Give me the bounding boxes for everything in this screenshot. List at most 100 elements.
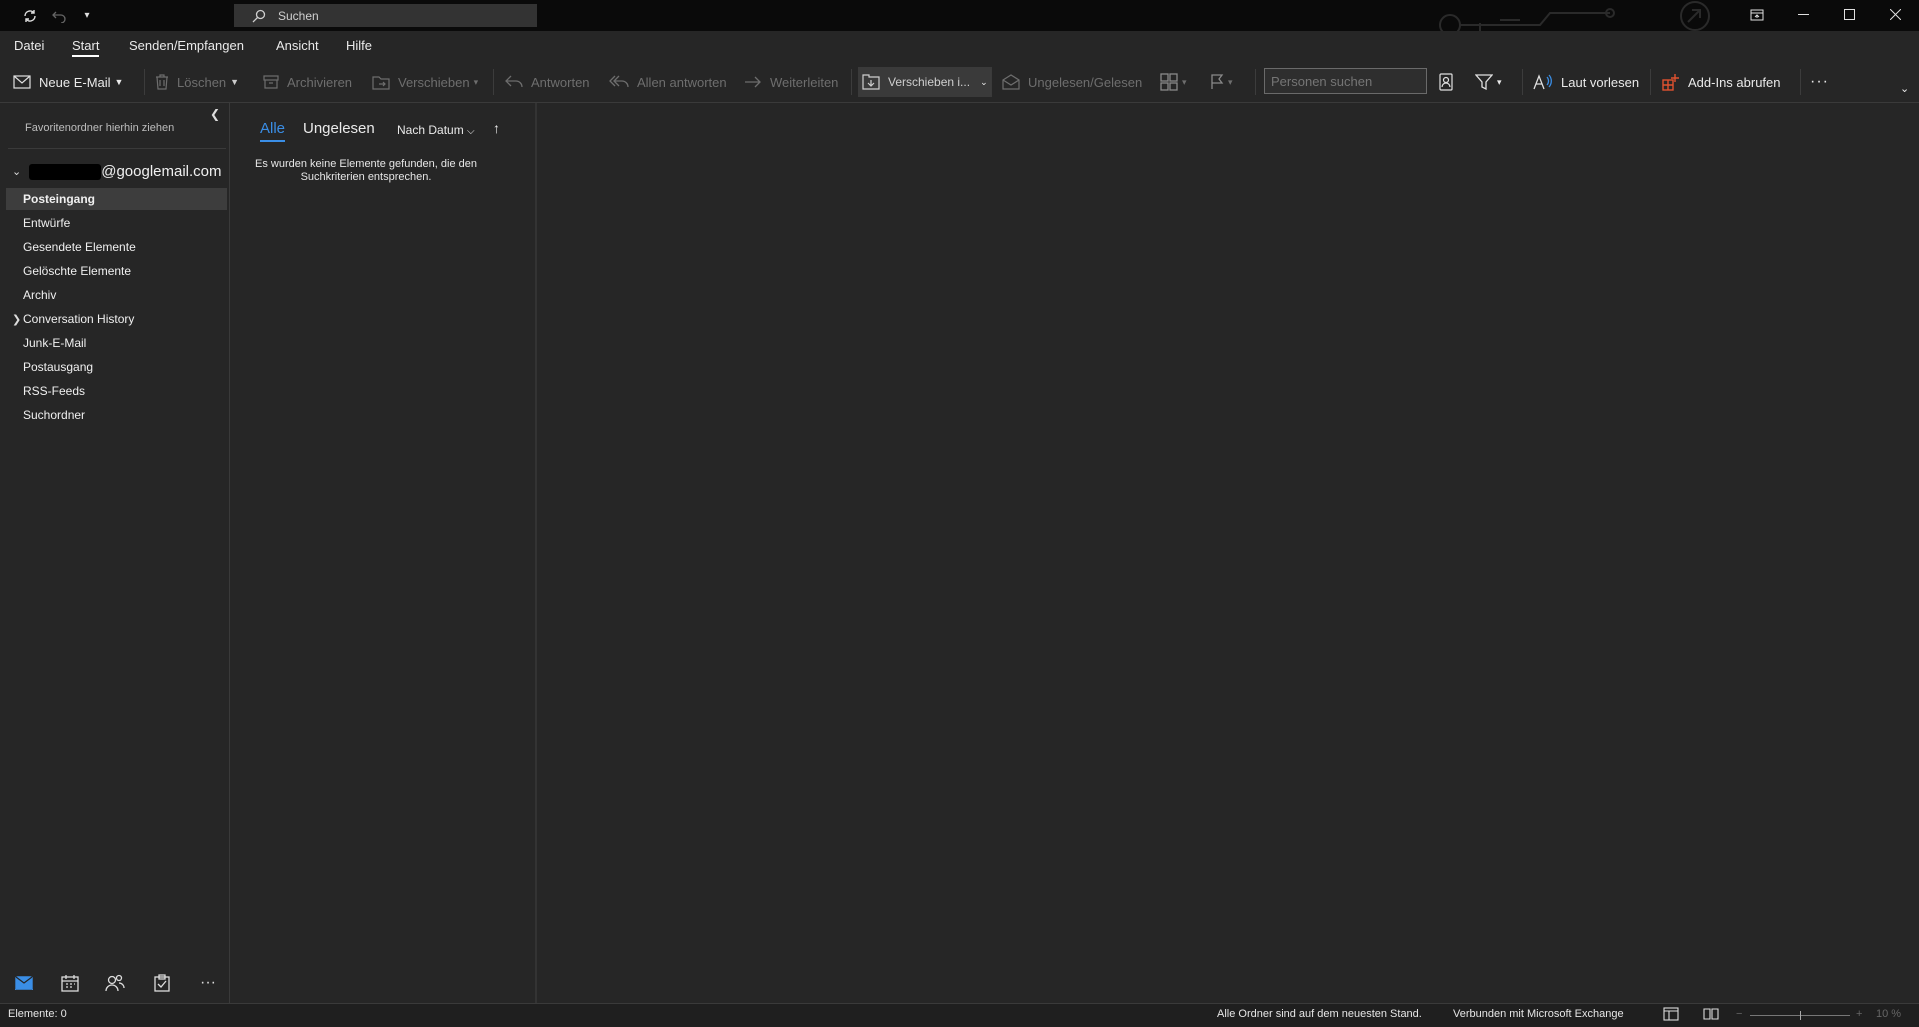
read-aloud-button[interactable]: Laut vorlesen bbox=[1533, 61, 1639, 103]
categorize-icon bbox=[1160, 73, 1178, 91]
flag-icon bbox=[1211, 74, 1224, 89]
restore-layout-button[interactable] bbox=[1734, 0, 1780, 29]
divider bbox=[990, 69, 991, 95]
chevron-right-icon[interactable]: ❯ bbox=[12, 313, 21, 326]
zoom-level[interactable]: 10 % bbox=[1876, 1008, 1901, 1020]
divider bbox=[1522, 69, 1523, 95]
sort-by-dropdown[interactable]: Nach Datum ⌵ bbox=[397, 123, 475, 137]
folder-entwuerfe[interactable]: Entwürfe bbox=[6, 212, 227, 234]
collapse-pane-icon[interactable]: ❮ bbox=[210, 107, 220, 121]
normal-view-icon[interactable] bbox=[1663, 1007, 1679, 1024]
people-icon[interactable] bbox=[103, 971, 127, 995]
account-email: @googlemail.com bbox=[101, 163, 222, 180]
sync-icon[interactable] bbox=[16, 0, 44, 31]
chevron-down-icon[interactable]: ▾ bbox=[1497, 77, 1502, 88]
divider bbox=[851, 69, 852, 95]
folder-label: RSS-Feeds bbox=[23, 384, 86, 398]
chevron-down-icon[interactable]: ⌄ bbox=[980, 77, 988, 88]
more-commands-button[interactable]: ··· bbox=[1810, 61, 1829, 103]
reply-label: Antworten bbox=[531, 74, 590, 90]
zoom-slider-thumb[interactable] bbox=[1800, 1011, 1801, 1020]
tab-all[interactable]: Alle bbox=[260, 120, 286, 142]
forward-icon bbox=[745, 76, 761, 88]
unread-read-button[interactable]: Ungelesen/Gelesen bbox=[1002, 61, 1142, 103]
redacted-username bbox=[29, 163, 102, 180]
move-button[interactable]: Verschieben ▾ bbox=[372, 61, 478, 103]
sort-direction-icon[interactable]: ↑ bbox=[493, 120, 500, 136]
people-search-input[interactable] bbox=[1264, 68, 1427, 94]
favorites-hint: Favoritenordner hierhin ziehen bbox=[25, 122, 175, 134]
archive-label: Archivieren bbox=[287, 74, 353, 90]
folder-suchordner[interactable]: Suchordner bbox=[6, 404, 227, 426]
address-book-icon bbox=[1439, 73, 1453, 91]
forward-button[interactable]: Weiterleiten bbox=[744, 61, 838, 103]
items-count: Elemente: 0 bbox=[8, 1008, 67, 1020]
folder-posteingang[interactable]: Posteingang bbox=[6, 188, 227, 210]
calendar-icon[interactable] bbox=[58, 971, 82, 995]
chevron-down-icon[interactable]: ▾ bbox=[1228, 77, 1233, 88]
folder-label: Postausgang bbox=[23, 360, 94, 374]
follow-up-button[interactable]: ▾ bbox=[1210, 61, 1233, 103]
reply-icon bbox=[505, 75, 523, 88]
maximize-icon bbox=[1843, 9, 1855, 20]
move-to-button[interactable]: Verschieben i... ⌄ bbox=[858, 67, 992, 97]
sync-status: Alle Ordner sind auf dem neuesten Stand. bbox=[1217, 1008, 1422, 1020]
more-apps-icon[interactable]: ··· bbox=[196, 971, 220, 995]
new-mail-button[interactable]: Neue E-Mail ▼ bbox=[13, 61, 123, 103]
reply-button[interactable]: Antworten bbox=[505, 61, 590, 103]
chevron-down-icon[interactable]: ⌄ bbox=[12, 165, 21, 178]
mail-nav-icon[interactable] bbox=[12, 971, 36, 995]
reply-all-button[interactable]: Allen antworten bbox=[609, 61, 727, 103]
zoom-out-icon[interactable]: − bbox=[1736, 1008, 1742, 1020]
divider bbox=[1650, 69, 1651, 95]
folder-conversation-history[interactable]: ❯ Conversation History bbox=[6, 308, 227, 330]
search-input[interactable]: Suchen bbox=[234, 4, 537, 27]
move-to-folder-icon bbox=[862, 74, 880, 90]
chevron-down-icon[interactable]: ▼ bbox=[115, 77, 124, 87]
reply-all-label: Allen antworten bbox=[637, 74, 727, 90]
divider bbox=[1255, 69, 1256, 95]
divider bbox=[8, 148, 226, 149]
categorize-button[interactable]: ▾ bbox=[1160, 61, 1187, 103]
folder-rss-feeds[interactable]: RSS-Feeds bbox=[6, 380, 227, 402]
chevron-down-icon[interactable]: ▼ bbox=[230, 77, 239, 87]
delete-button[interactable]: Löschen ▼ bbox=[155, 61, 239, 103]
minimize-button[interactable] bbox=[1780, 0, 1826, 29]
folder-gesendete-elemente[interactable]: Gesendete Elemente bbox=[6, 236, 227, 258]
undo-icon[interactable] bbox=[45, 0, 73, 31]
archive-button[interactable]: Archivieren bbox=[263, 61, 352, 103]
folder-label: Suchordner bbox=[23, 408, 86, 422]
zoom-slider[interactable] bbox=[1750, 1011, 1850, 1020]
maximize-button[interactable] bbox=[1826, 0, 1872, 29]
folder-label: Junk-E-Mail bbox=[23, 336, 87, 350]
delete-label: Löschen bbox=[177, 74, 227, 90]
folder-junk-e-mail[interactable]: Junk-E-Mail bbox=[6, 332, 227, 354]
zoom-in-icon[interactable]: + bbox=[1856, 1008, 1862, 1020]
archive-icon bbox=[263, 75, 279, 89]
menu-datei[interactable]: Datei bbox=[14, 38, 44, 53]
get-addins-button[interactable]: Add-Ins abrufen bbox=[1662, 61, 1781, 103]
customize-icon[interactable]: ▾ bbox=[73, 0, 101, 31]
address-book-button[interactable] bbox=[1439, 61, 1461, 103]
addins-icon bbox=[1662, 74, 1679, 91]
menu-start[interactable]: Start bbox=[72, 38, 100, 57]
menu-senden-empfangen[interactable]: Senden/Empfangen bbox=[129, 38, 244, 53]
close-button[interactable] bbox=[1872, 0, 1918, 29]
account-header[interactable]: ⌄ @googlemail.com bbox=[12, 163, 222, 180]
folder-archiv[interactable]: Archiv bbox=[6, 284, 227, 306]
empty-list-message: Es wurden keine Elemente gefunden, die d… bbox=[255, 158, 477, 183]
forward-label: Weiterleiten bbox=[770, 74, 839, 90]
filter-email-button[interactable]: ▾ bbox=[1475, 61, 1502, 103]
folder-geloeschte-elemente[interactable]: Gelöschte Elemente bbox=[6, 260, 227, 282]
connection-status[interactable]: Verbunden mit Microsoft Exchange bbox=[1453, 1008, 1624, 1020]
tasks-icon[interactable] bbox=[150, 971, 174, 995]
chevron-down-icon[interactable]: ▾ bbox=[474, 77, 479, 88]
chevron-down-icon[interactable]: ▾ bbox=[1182, 77, 1187, 88]
menu-ansicht[interactable]: Ansicht bbox=[276, 38, 319, 53]
tab-unread[interactable]: Ungelesen bbox=[303, 120, 375, 137]
reading-view-icon[interactable] bbox=[1703, 1007, 1719, 1024]
folder-label: Gesendete Elemente bbox=[23, 240, 136, 254]
menu-hilfe[interactable]: Hilfe bbox=[346, 38, 372, 53]
search-icon bbox=[252, 9, 266, 22]
folder-postausgang[interactable]: Postausgang bbox=[6, 356, 227, 378]
